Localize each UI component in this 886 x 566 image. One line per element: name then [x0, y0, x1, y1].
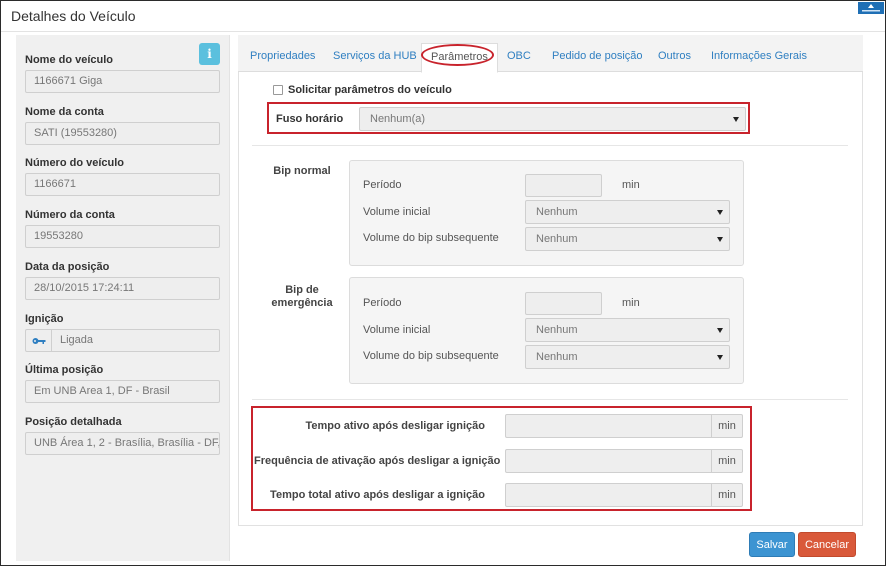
key-icon [32, 338, 46, 344]
chevron-down-icon [717, 210, 723, 215]
request-params-label: Solicitar parâmetros do veículo [288, 84, 452, 96]
chevron-down-icon [733, 117, 739, 122]
bip-emergency-subsequent-volume-select[interactable]: Nenhum [525, 345, 730, 369]
bip-emergency-period-unit: min [622, 297, 640, 309]
detailed-position-label: Posição detalhada [25, 416, 122, 428]
position-date-label: Data da posição [25, 261, 110, 273]
bip-normal-title: Bip normal [273, 165, 331, 177]
ignition-addon [25, 329, 52, 352]
save-button[interactable]: Salvar [749, 532, 795, 557]
position-date-field: 28/10/2015 17:24:11 [25, 277, 220, 300]
activation-frequency-input[interactable] [505, 449, 712, 473]
account-name-label: Nome da conta [25, 106, 104, 118]
tab-propriedades[interactable]: Propriedades [250, 50, 315, 62]
bip-emergency-period-label: Período [363, 297, 402, 309]
bip-emergency-subsequent-volume-label: Volume do bip subsequente [363, 350, 499, 362]
vehicle-name-field: 1166671 Giga [25, 70, 220, 93]
bip-normal-subsequent-volume-value: Nenhum [536, 233, 578, 245]
tab-outros[interactable]: Outros [658, 50, 691, 62]
tab-bar: Propriedades Serviços da HUB Parâmetros … [238, 35, 863, 73]
total-active-time-input[interactable] [505, 483, 712, 507]
bip-normal-subsequent-volume-label: Volume do bip subsequente [363, 232, 499, 244]
request-params-checkbox[interactable] [273, 85, 283, 95]
vehicle-number-label: Número do veículo [25, 157, 125, 169]
chevron-down-icon [717, 355, 723, 360]
divider [252, 145, 848, 146]
tab-obc[interactable]: OBC [507, 50, 531, 62]
bip-emergency-title-line2: emergência [271, 297, 333, 309]
last-position-field: Em UNB Area 1, DF - Brasil [25, 380, 220, 403]
divider [252, 399, 848, 400]
bip-normal-initial-volume-select[interactable]: Nenhum [525, 200, 730, 224]
activation-frequency-label: Frequência de ativação após desligar a i… [254, 455, 501, 467]
bip-emergency-period-input[interactable] [525, 292, 602, 315]
info-button[interactable]: i [199, 43, 220, 65]
last-position-label: Última posição [25, 364, 104, 376]
account-name-field: SATI (19553280) [25, 122, 220, 145]
tab-pedido-posicao[interactable]: Pedido de posição [552, 50, 643, 62]
bip-normal-subsequent-volume-select[interactable]: Nenhum [525, 227, 730, 251]
active-tab-highlight [421, 44, 494, 66]
timezone-select[interactable]: Nenhum(a) [359, 107, 746, 131]
bip-normal-initial-volume-value: Nenhum [536, 206, 578, 218]
bip-normal-period-input[interactable] [525, 174, 602, 197]
vehicle-name-label: Nome do veículo [25, 54, 114, 66]
cancel-button[interactable]: Cancelar [798, 532, 856, 557]
account-number-label: Número da conta [25, 209, 115, 221]
bip-normal-period-unit: min [622, 179, 640, 191]
account-number-field: 19553280 [25, 225, 220, 248]
detailed-position-field: UNB Área 1, 2 - Brasília, Brasília - DF,… [25, 432, 220, 455]
active-time-unit: min [711, 414, 743, 438]
bip-normal-period-label: Período [363, 179, 402, 191]
total-active-time-unit: min [711, 483, 743, 507]
bip-emergency-title-line1: Bip de [285, 284, 319, 296]
bip-emergency-initial-volume-value: Nenhum [536, 324, 578, 336]
total-active-time-label: Tempo total ativo após desligar a igniçã… [270, 489, 485, 501]
chevron-down-icon [717, 328, 723, 333]
activation-frequency-unit: min [711, 449, 743, 473]
timezone-value: Nenhum(a) [370, 113, 426, 125]
tab-informacoes-gerais[interactable]: Informações Gerais [711, 50, 807, 62]
bip-emergency-initial-volume-select[interactable]: Nenhum [525, 318, 730, 342]
info-icon: i [207, 47, 212, 61]
window-header: Detalhes do Veículo [1, 1, 885, 32]
bip-emergency-initial-volume-label: Volume inicial [363, 324, 431, 336]
chevron-down-icon [717, 237, 723, 242]
window-title: Detalhes do Veículo [11, 8, 136, 24]
bip-emergency-title: Bip de emergência [266, 284, 338, 310]
ignition-field: Ligada [51, 329, 220, 352]
timezone-label: Fuso horário [276, 113, 344, 125]
active-time-label: Tempo ativo após desligar ignição [305, 420, 485, 432]
active-time-input[interactable] [505, 414, 712, 438]
tab-servicos-hub[interactable]: Serviços da HUB [333, 50, 417, 62]
autotrac-logo-icon [858, 2, 884, 14]
vehicle-number-field: 1166671 [25, 173, 220, 196]
bip-emergency-subsequent-volume-value: Nenhum [536, 351, 578, 363]
ignition-label: Ignição [25, 313, 64, 325]
bip-normal-initial-volume-label: Volume inicial [363, 206, 431, 218]
